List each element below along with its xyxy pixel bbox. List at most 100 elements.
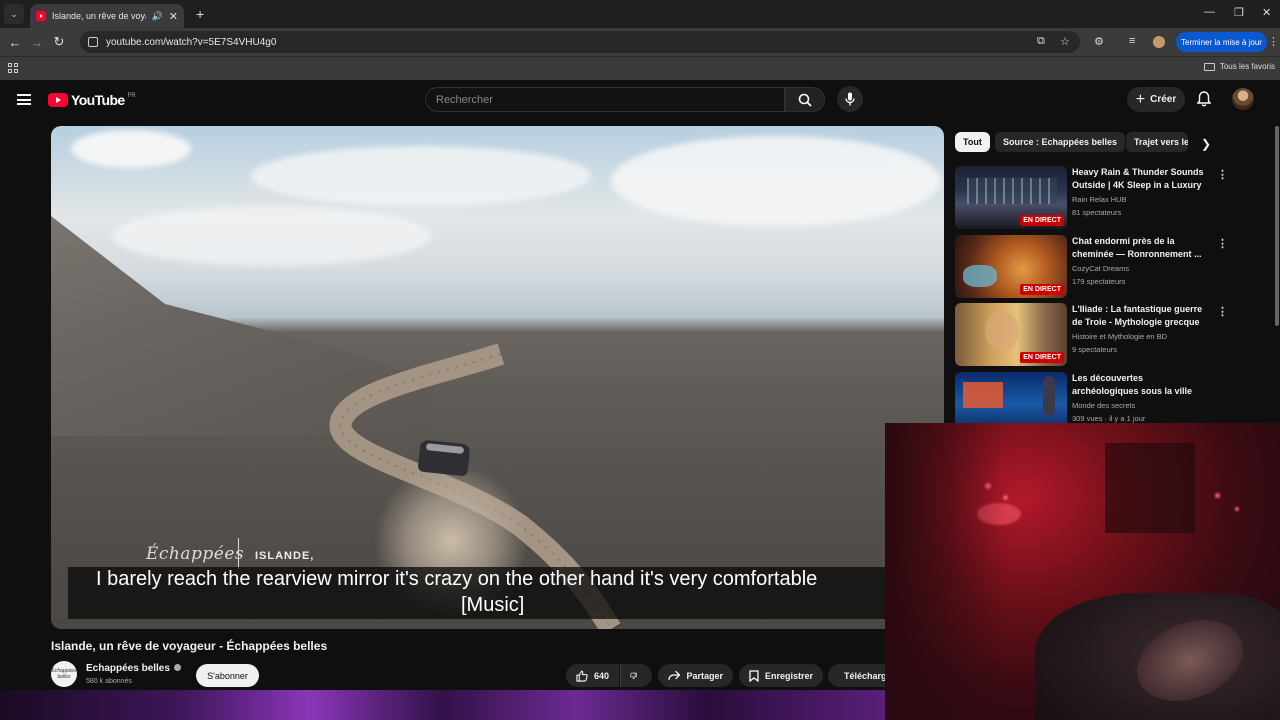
recommendation-item[interactable]: Les découvertes archéologiques sous la v… [955, 372, 1215, 424]
video-thumbnail[interactable] [955, 372, 1067, 424]
notifications-bell-icon[interactable] [1197, 91, 1211, 107]
more-options-icon[interactable]: ⋮ [1217, 305, 1228, 318]
caption-line-1: I barely reach the rearview mirror it's … [96, 568, 818, 590]
recommendation-title[interactable]: Heavy Rain & Thunder Sounds Outside | 4K… [1072, 166, 1210, 192]
chevron-right-icon[interactable]: ❯ [1201, 137, 1211, 151]
update-button[interactable]: Terminer la mise à jour [1176, 32, 1267, 52]
recommendation-meta: 9 spectateurs [1072, 345, 1118, 354]
country-code: FR [127, 93, 136, 99]
address-bar[interactable]: youtube.com/watch?v=5E7S4VHU4g0 [80, 31, 1080, 53]
microphone-icon [845, 92, 855, 106]
channel-name[interactable]: Echappées belles [86, 663, 181, 674]
tab-title: Islande, un rêve de voyageur [52, 11, 146, 21]
recommendation-item[interactable]: EN DIRECT Chat endormi près de la chemin… [955, 235, 1228, 299]
forward-arrow-icon[interactable]: → [26, 35, 48, 50]
logo-text: YouTube [71, 92, 125, 108]
more-options-icon[interactable]: ⋮ [1217, 237, 1228, 250]
chip-all[interactable]: Tout [955, 132, 990, 152]
speaker-icon[interactable]: 🔊 [152, 11, 163, 22]
background-decoration [0, 690, 885, 720]
all-favorites[interactable]: Tous les favoris [1203, 62, 1275, 71]
recommendation-meta: 179 spectateurs [1072, 277, 1126, 286]
browser-toolbar: ← → ↻ youtube.com/watch?v=5E7S4VHU4g0 ⧉ … [0, 28, 1280, 56]
video-thumbnail[interactable]: EN DIRECT [955, 166, 1067, 229]
save-button[interactable]: Enregistrer [739, 664, 823, 687]
watermark-divider [238, 538, 239, 570]
apps-grid-icon[interactable] [8, 63, 18, 73]
recommendation-channel[interactable]: Monde des secrets [1072, 401, 1135, 410]
new-tab-button[interactable]: + [196, 6, 204, 22]
folder-icon [1203, 62, 1215, 71]
video-thumbnail[interactable]: EN DIRECT [955, 235, 1067, 298]
recommendation-meta: 81 spectateurs [1072, 208, 1122, 217]
bookmark-icon [749, 669, 759, 682]
recommendation-item[interactable]: EN DIRECT L'Iliade : La fantastique guer… [955, 303, 1228, 367]
recommendation-channel[interactable]: Histoire et Mythologie en BD [1072, 332, 1167, 341]
all-favorites-label: Tous les favoris [1219, 62, 1275, 71]
verified-icon [173, 664, 181, 671]
bookmark-star-icon[interactable]: ☆ [1060, 35, 1070, 48]
recommendation-meta: 309 vues · il y a 1 jour [1072, 414, 1146, 423]
share-arrow-icon [668, 670, 681, 680]
watermark-location: ISLANDE, [255, 550, 315, 562]
chip-source[interactable]: Source : Echappées belles [995, 132, 1126, 152]
subscribe-button[interactable]: S'abonner [196, 664, 259, 687]
maximize-icon[interactable]: ❐ [1234, 6, 1244, 19]
share-button[interactable]: Partager [658, 664, 733, 687]
plus-icon: + [1135, 90, 1146, 108]
youtube-play-icon [48, 93, 68, 107]
close-window-icon[interactable]: ✕ [1262, 6, 1271, 19]
recommendation-title[interactable]: L'Iliade : La fantastique guerre de Troi… [1072, 303, 1210, 329]
voice-search-button[interactable] [837, 86, 863, 112]
menu-icon[interactable] [17, 94, 31, 105]
channel-avatar[interactable]: Échappées belles [51, 661, 77, 687]
page-scrollbar[interactable] [1275, 126, 1279, 326]
browser-menu-icon[interactable]: ⋮ [1268, 35, 1279, 48]
more-options-icon[interactable]: ⋮ [1217, 168, 1228, 181]
cast-icon[interactable]: ⧉ [1037, 35, 1045, 48]
thumbs-up-icon [576, 670, 588, 682]
like-button[interactable]: 640 [566, 664, 619, 687]
live-badge: EN DIRECT [1020, 284, 1064, 295]
youtube-header: YouTube FR Rechercher + Créer [0, 80, 1280, 120]
dislike-button[interactable] [620, 664, 652, 687]
video-thumbnail[interactable]: EN DIRECT [955, 303, 1067, 366]
thumbs-down-icon [630, 672, 637, 679]
profile-avatar[interactable] [1153, 36, 1165, 48]
search-icon [798, 93, 812, 107]
recommendation-title[interactable]: Chat endormi près de la cheminée — Ronro… [1072, 235, 1210, 261]
download-button[interactable]: Télécharger [828, 664, 885, 687]
youtube-logo[interactable]: YouTube FR [48, 92, 136, 108]
chip-trajet[interactable]: Trajet vers le [1126, 132, 1188, 152]
tab-search-button[interactable]: ⌄ [4, 4, 24, 24]
recommendation-channel[interactable]: Rain Relax HUB [1072, 195, 1127, 204]
channel-name-text: Echappées belles [86, 663, 170, 674]
reading-list-icon[interactable]: ≡ [1129, 35, 1135, 47]
back-arrow-icon[interactable]: ← [4, 35, 26, 50]
download-label: Télécharger [844, 670, 885, 681]
recommendation-channel[interactable]: CozyCat Dreams [1072, 264, 1129, 273]
search-button[interactable] [785, 87, 825, 112]
site-info-icon[interactable] [88, 37, 98, 47]
browser-tab-strip: ⌄ Islande, un rêve de voyageur 🔊 ✕ + [0, 0, 1280, 28]
recommendation-title[interactable]: Les découvertes archéologiques sous la v… [1072, 372, 1210, 398]
minimize-icon[interactable]: — [1204, 6, 1215, 18]
url-text: youtube.com/watch?v=5E7S4VHU4g0 [106, 36, 277, 48]
close-tab-icon[interactable]: ✕ [169, 10, 178, 23]
save-label: Enregistrer [764, 670, 813, 681]
live-badge: EN DIRECT [1020, 352, 1064, 363]
extensions-icon[interactable]: ⚙ [1094, 35, 1104, 48]
recommendation-item[interactable]: EN DIRECT Heavy Rain & Thunder Sounds Ou… [955, 166, 1228, 230]
search-input[interactable]: Rechercher [425, 87, 785, 112]
video-player[interactable]: Échappées ISLANDE, [51, 126, 944, 629]
account-avatar[interactable] [1232, 88, 1254, 110]
vehicle [417, 439, 471, 477]
reload-icon[interactable]: ↻ [48, 34, 70, 50]
browser-tab-active[interactable]: Islande, un rêve de voyageur 🔊 ✕ [30, 4, 184, 28]
create-button[interactable]: + Créer [1127, 87, 1185, 112]
live-badge: EN DIRECT [1020, 215, 1064, 226]
webcam-overlay [885, 423, 1280, 720]
watermark-brand: Échappées [146, 544, 245, 564]
create-label: Créer [1150, 94, 1177, 105]
caption-line-2: [Music] [461, 594, 525, 616]
